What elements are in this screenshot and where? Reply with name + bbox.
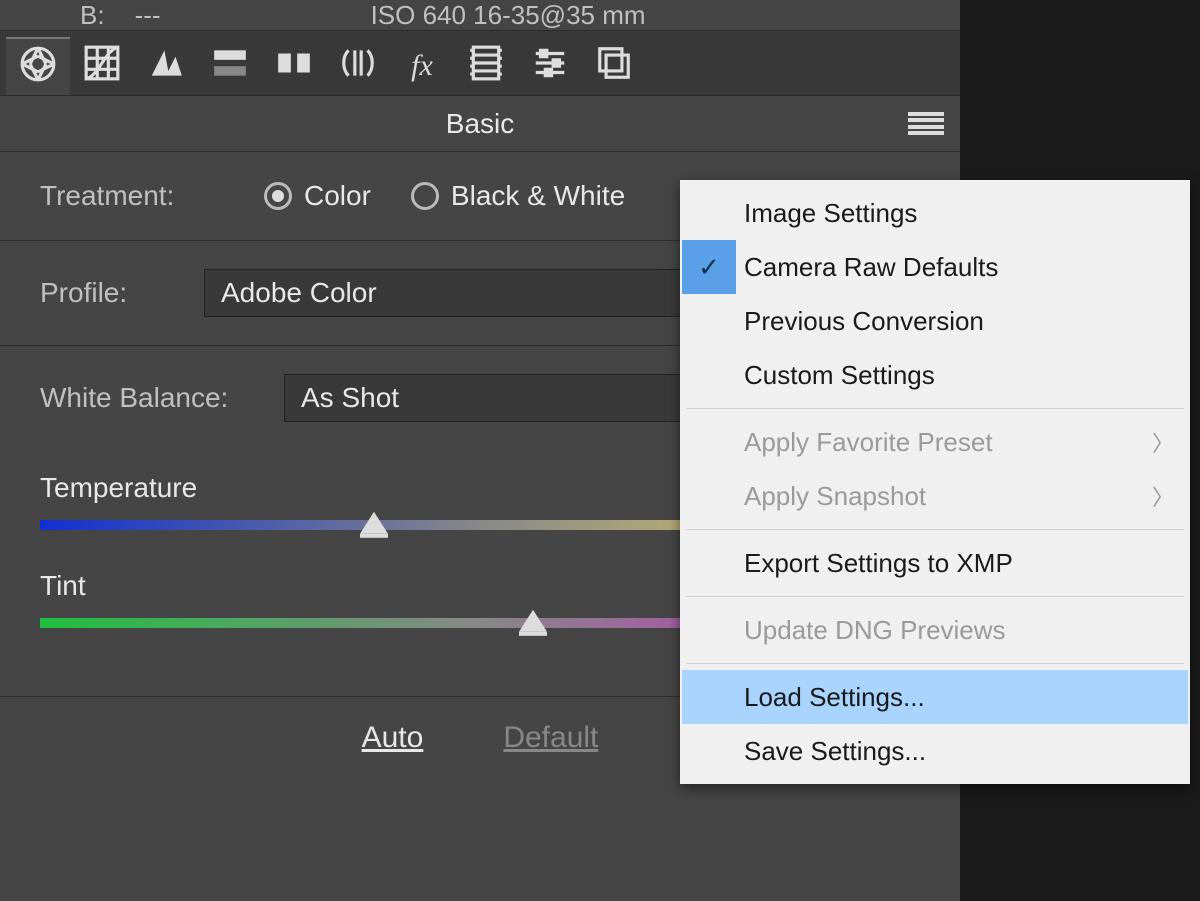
menu-apply-snapshot: Apply Snapshot 〉 [682,469,1188,523]
menu-update-dng-previews: Update DNG Previews [682,603,1188,657]
menu-item-label: Export Settings to XMP [744,548,1013,579]
menu-item-label: Update DNG Previews [744,615,1006,646]
auto-link[interactable]: Auto [362,721,424,755]
triangles-icon [147,44,185,89]
menu-separator [686,529,1184,530]
app-viewport: B: --- ISO 640 16-35@35 mm [0,0,1200,901]
bars-icon [211,44,249,89]
check-icon [682,186,736,240]
snapshots-tab[interactable] [582,37,646,95]
grid-icon [83,44,121,89]
submenu-arrow-icon: 〉 [1152,480,1174,512]
filmstrip-icon [467,44,505,89]
lens-corrections-tab[interactable] [326,37,390,95]
menu-item-label: Apply Snapshot [744,481,926,512]
profile-value: Adobe Color [221,277,377,309]
b-label: B: [80,0,105,30]
menu-separator [686,408,1184,409]
treatment-bw-radio[interactable]: Black & White [411,180,625,212]
menu-item-label: Apply Favorite Preset [744,427,993,458]
treatment-color-radio[interactable]: Color [264,180,371,212]
tool-tabs: fx [0,30,960,96]
profile-label: Profile: [40,277,180,309]
treatment-bw-label: Black & White [451,180,625,212]
info-strip: B: --- ISO 640 16-35@35 mm [0,0,960,30]
menu-item-label: Load Settings... [744,682,925,713]
aperture-icon [19,45,57,90]
white-balance-value: As Shot [301,382,399,414]
menu-item-label: Save Settings... [744,736,926,767]
treatment-label: Treatment: [40,180,180,212]
menu-item-label: Custom Settings [744,360,935,391]
menu-item-label: Previous Conversion [744,306,984,337]
menu-separator [686,663,1184,664]
temperature-thumb[interactable] [360,512,388,534]
default-link: Default [503,721,598,755]
treatment-color-label: Color [304,180,371,212]
menu-camera-raw-defaults[interactable]: ✓ Camera Raw Defaults [682,240,1188,294]
hsl-tab[interactable] [198,37,262,95]
effects-tab[interactable]: fx [390,37,454,95]
panel-title: Basic [446,108,514,140]
check-icon: ✓ [682,240,736,294]
panel-menu-button[interactable] [908,112,944,136]
lens-icon [339,44,377,89]
menu-item-label: Image Settings [744,198,917,229]
presets-tab[interactable] [518,37,582,95]
exposure-info: ISO 640 16-35@35 mm [371,0,646,30]
check-icon [682,348,736,402]
split-toning-tab[interactable] [262,37,326,95]
check-icon [682,294,736,348]
menu-export-xmp[interactable]: Export Settings to XMP [682,536,1188,590]
tone-curve-tab[interactable] [70,37,134,95]
panel-context-menu: Image Settings ✓ Camera Raw Defaults Pre… [680,180,1190,784]
split-icon [275,44,313,89]
menu-custom-settings[interactable]: Custom Settings [682,348,1188,402]
menu-load-settings[interactable]: Load Settings... [682,670,1188,724]
sliders-icon [531,44,569,89]
menu-previous-conversion[interactable]: Previous Conversion [682,294,1188,348]
tint-thumb[interactable] [519,610,547,632]
edit-tab[interactable] [6,37,70,95]
b-value: --- [135,0,161,30]
radio-dot-icon [264,182,292,210]
menu-separator [686,596,1184,597]
fx-icon: fx [411,49,433,83]
panel-title-row: Basic [0,96,960,152]
white-balance-label: White Balance: [40,382,260,414]
menu-image-settings[interactable]: Image Settings [682,186,1188,240]
menu-save-settings[interactable]: Save Settings... [682,724,1188,778]
menu-apply-favorite-preset: Apply Favorite Preset 〉 [682,415,1188,469]
detail-tab[interactable] [134,37,198,95]
submenu-arrow-icon: 〉 [1152,426,1174,458]
stack-icon [595,44,633,89]
treatment-radio-group: Color Black & White [264,180,625,212]
menu-item-label: Camera Raw Defaults [744,252,998,283]
calibration-tab[interactable] [454,37,518,95]
radio-dot-icon [411,182,439,210]
